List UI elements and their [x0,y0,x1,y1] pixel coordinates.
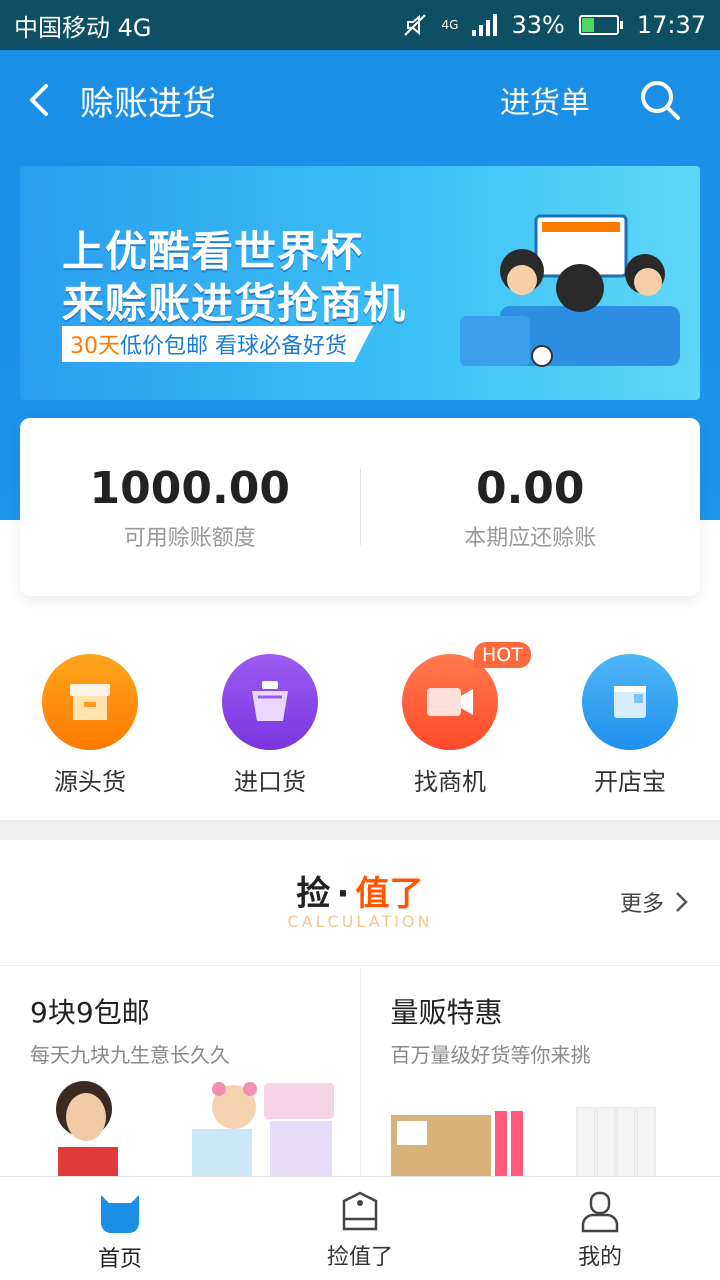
tab-deals[interactable]: 捡值了 [240,1177,480,1280]
shortcut-find-opportunity[interactable]: HOT 找商机 [360,640,540,820]
bag-icon [222,654,318,750]
tab-profile[interactable]: 我的 [480,1177,720,1280]
deal-cards: 9块9包邮 每天九块九生意长久久 量贩特惠 百万量级好货等你来挑 [0,967,720,1177]
signal-icon [472,14,498,36]
battery-icon [578,15,623,35]
shortcut-shop-helper[interactable]: 开店宝 [540,640,720,820]
user-icon [581,1191,619,1233]
status-bar: 中国移动 4G 4G 33% 17:37 [0,0,720,50]
home-icon [101,1195,139,1233]
box-icon [42,654,138,750]
credit-summary-card: 1000.00 可用赊账额度 0.00 本期应还赊账 [20,418,700,596]
due-credit[interactable]: 0.00 本期应还赊账 [361,463,701,552]
banner-tag: 30天 低价包邮 看球必备好货 [62,326,373,362]
deal-card-title: 量贩特惠 [390,996,503,1029]
tab-label: 捡值了 [326,1245,393,1270]
available-credit-label: 可用赊账额度 [123,525,256,551]
clock: 17:37 [636,11,706,39]
due-credit-label: 本期应还赊账 [464,525,597,551]
more-link[interactable]: 更多 [620,886,688,918]
shortcut-label: 源头货 [54,768,126,796]
more-label: 更多 [619,892,664,917]
deal-card-bulk-discount[interactable]: 量贩特惠 百万量级好货等你来挑 [359,967,720,1177]
order-list-link[interactable]: 进货单 [500,78,590,122]
tag-icon [342,1191,378,1231]
section-title: 捡 · 值了 [0,866,720,915]
carrier-label: 中国移动 4G [14,13,152,42]
tab-home[interactable]: 首页 [0,1177,240,1280]
tab-label: 首页 [97,1247,142,1272]
battery-percent: 33% [511,11,565,39]
shortcut-label: 进口货 [234,768,306,796]
chevron-right-icon [676,892,688,912]
banner-illustration [460,214,680,367]
deal-card-subtitle: 百万量级好货等你来挑 [390,1043,591,1067]
mute-icon [403,14,426,36]
back-button[interactable] [0,50,80,150]
shortcut-import-goods[interactable]: 进口货 [180,640,360,820]
page-title: 赊账进货 [80,83,216,124]
shortcut-label: 找商机 [414,768,486,796]
section-title-dot: · [336,874,350,914]
network-type: 4G [441,18,459,32]
tab-label: 我的 [577,1245,622,1270]
deal-card-title: 9块9包邮 [30,996,150,1029]
available-credit-value: 1000.00 [89,462,290,514]
promo-banner[interactable]: 上优酷看世界杯 来赊账进货抢商机 30天 低价包邮 看球必备好货 [20,166,700,400]
search-button[interactable] [630,70,690,130]
available-credit[interactable]: 1000.00 可用赊账额度 [20,463,360,552]
deals-section-header: 捡 · 值了 CALCULATION 更多 [0,840,720,966]
banner-headline-2: 来赊账进货抢商机 [62,279,407,328]
search-icon [641,81,680,120]
shortcut-grid: 源头货 进口货 HOT 找商机 开店宝 [0,640,720,820]
back-arrow-icon [30,84,48,116]
deal-card-99-free-shipping[interactable]: 9块9包邮 每天九块九生意长久久 [0,967,360,1177]
section-title-part-2: 值了 [355,874,424,914]
section-title-part-1: 捡 [296,874,331,914]
banner-tag-highlight: 30天 [70,334,120,359]
deal-card-product-image [56,1081,334,1177]
bottom-tab-bar: 首页 捡值了 我的 [0,1176,720,1280]
nav-bar: 赊账进货 进货单 [0,50,720,150]
due-credit-value: 0.00 [475,462,585,514]
deal-card-product-image [390,1107,655,1177]
section-subtitle: CALCULATION [287,912,433,931]
video-camera-icon [402,654,498,750]
section-separator [0,820,720,840]
deal-card-subtitle: 每天九块九生意长久久 [30,1043,230,1067]
shortcut-label: 开店宝 [594,768,666,796]
shortcut-source-goods[interactable]: 源头货 [0,640,180,820]
hot-badge: HOT [474,642,531,668]
banner-tag-text: 低价包邮 看球必备好货 [120,334,347,359]
store-icon [582,654,678,750]
